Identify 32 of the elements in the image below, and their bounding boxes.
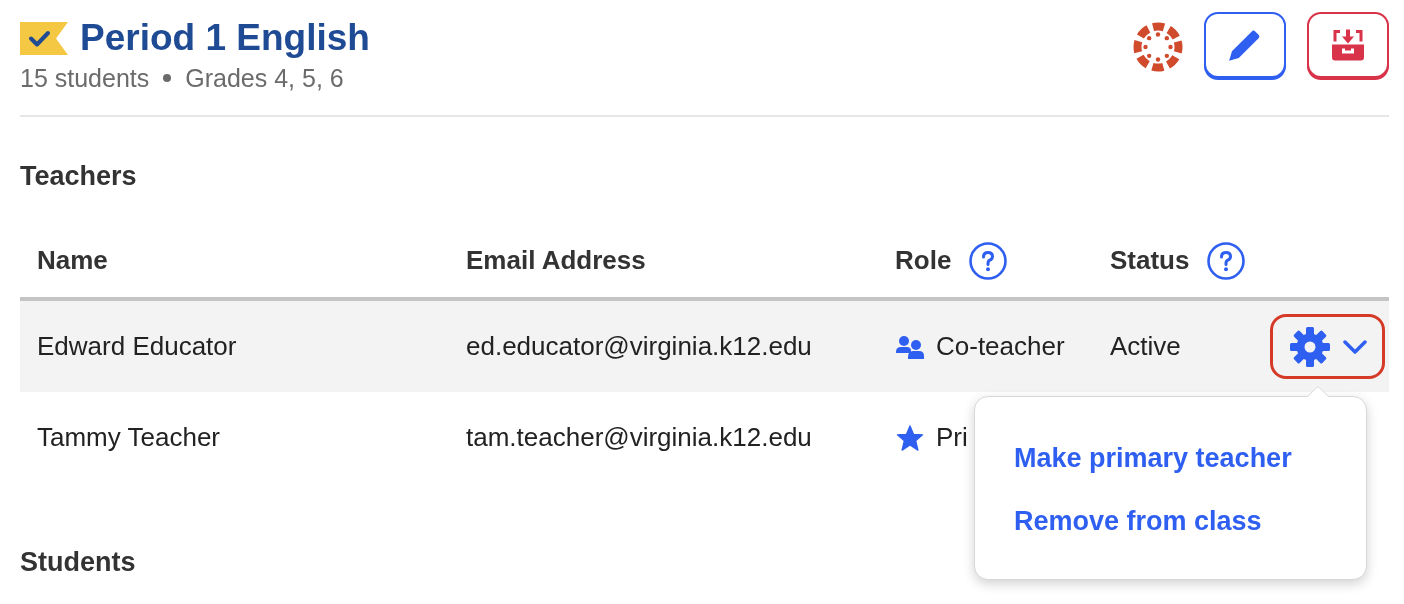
menu-item[interactable]: Remove from class xyxy=(1014,496,1262,546)
pencil-icon xyxy=(1228,28,1262,62)
section-heading: Teachers xyxy=(20,160,138,193)
section-heading: Students xyxy=(20,546,137,579)
class-title: Period 1 English xyxy=(80,16,370,60)
email-address: ed.educator@virginia.k12.edu xyxy=(466,331,813,362)
teacher-name: Tammy Teacher xyxy=(37,422,222,453)
role-label: Co-teacher xyxy=(936,331,1065,362)
dotted-circle-icon xyxy=(1133,22,1183,72)
archive-button[interactable] xyxy=(1307,12,1389,78)
column-header: Status xyxy=(1110,245,1190,276)
people-icon xyxy=(895,333,925,360)
grade-levels: Grades 4, 5, 6 xyxy=(185,63,344,93)
status-label: Active xyxy=(1110,331,1181,362)
bullet-dot-icon xyxy=(163,74,172,82)
star-icon xyxy=(895,424,925,451)
email-address: tam.teacher@virginia.k12.edu xyxy=(466,422,813,453)
settings-icon xyxy=(1288,325,1331,368)
edit-button[interactable] xyxy=(1204,12,1286,78)
column-header: Email Address xyxy=(466,245,646,276)
column-header: Role xyxy=(895,245,952,276)
settings-button[interactable] xyxy=(1270,314,1385,379)
flag-check-icon xyxy=(20,21,68,55)
help-icon[interactable] xyxy=(1207,241,1246,280)
help-icon[interactable] xyxy=(969,241,1008,280)
teacher-name: Edward Educator xyxy=(37,331,238,362)
column-header: Name xyxy=(37,245,108,276)
tray-arrow-icon xyxy=(1331,28,1365,62)
menu-item[interactable]: Make primary teacher xyxy=(1014,433,1292,483)
chevron-down-icon xyxy=(1342,339,1367,354)
role-label: Pri xyxy=(936,422,968,453)
student-count: 15 students xyxy=(20,63,150,93)
